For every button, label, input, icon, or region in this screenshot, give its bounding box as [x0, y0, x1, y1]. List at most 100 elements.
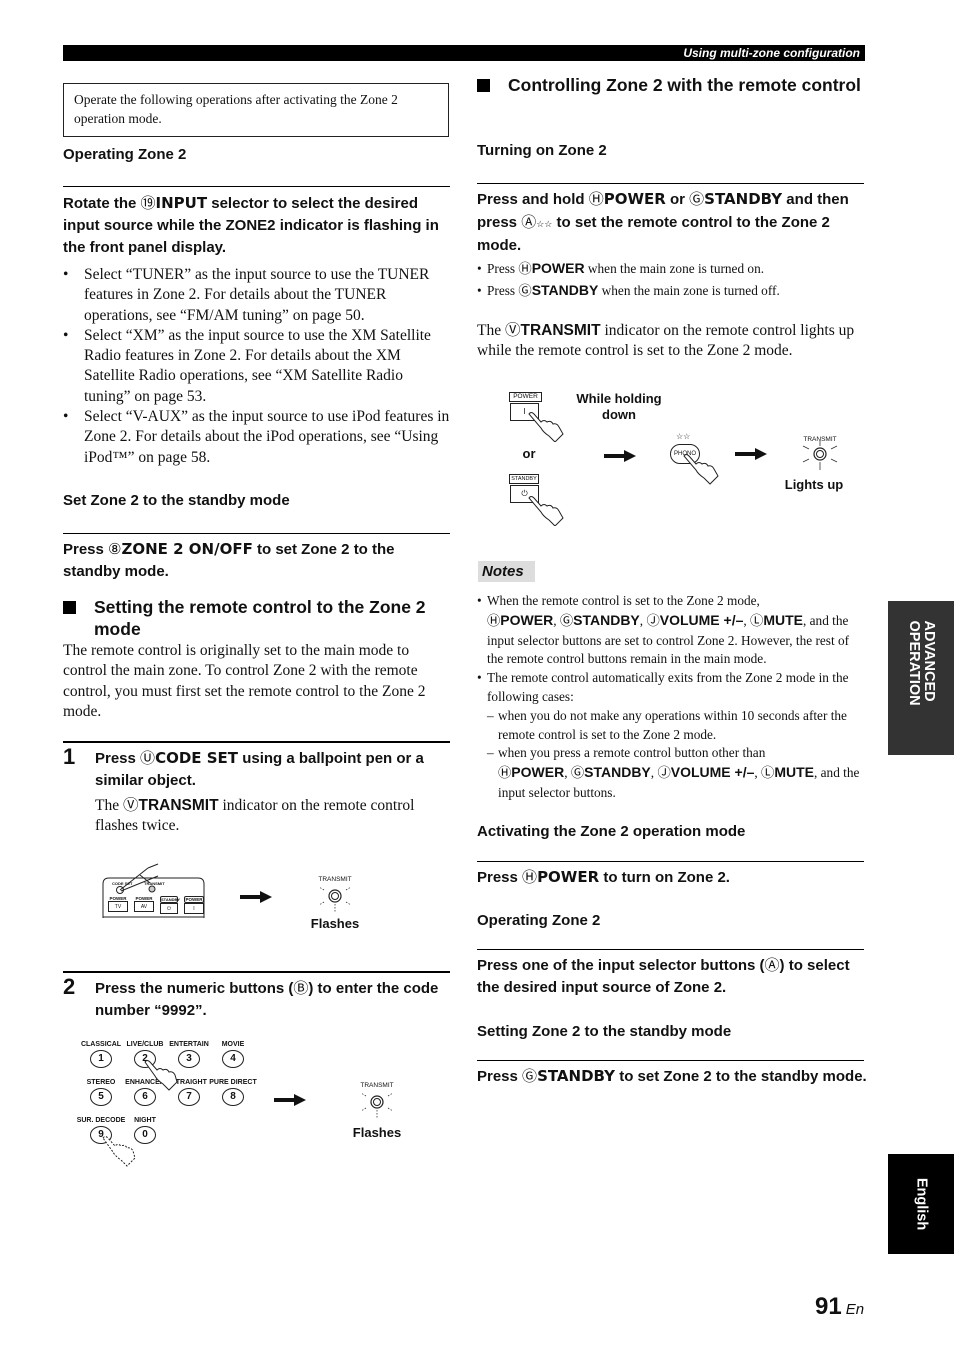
arrow-right-icon [604, 450, 636, 462]
instruction-text: Press and hold [477, 191, 589, 208]
flashes-label: Flashes [352, 1125, 402, 1140]
activating-instruction: Press ⒽPOWER to turn on Zone 2. [477, 866, 867, 889]
step-number: 2 [63, 974, 76, 999]
key-name: POWER [511, 764, 565, 781]
operating-instruction: Press one of the input selector buttons … [477, 954, 867, 999]
key-name: STANDBY [584, 764, 651, 781]
activating-heading: Activating the Zone 2 operation mode [477, 823, 746, 840]
turning-on-heading: Turning on Zone 2 [477, 142, 607, 159]
key-name: VOLUME +/– [670, 764, 755, 781]
callout-letter: Ⓗ [487, 613, 501, 629]
zone2-onoff-instruction: Press ⑧ZONE 2 ON/OFF to set Zone 2 to th… [63, 538, 453, 583]
heading-text: Setting the remote control to the Zone 2… [94, 597, 426, 639]
list-item: Press ⒼSTANDBY when the main zone is tur… [477, 280, 867, 302]
controlling-zone2-heading: Controlling Zone 2 with the remote contr… [477, 74, 867, 96]
key-name: POWER [531, 260, 585, 276]
instruction-text: Press [477, 1068, 523, 1085]
desc-text: The [95, 797, 123, 814]
callout-letter: Ⓙ [657, 766, 671, 782]
divider [63, 741, 450, 743]
instruction-text: to set Zone 2 to the standby mode. [615, 1068, 867, 1085]
remote-button: POWER I [184, 896, 204, 916]
callout-letter: Ⓤ [140, 749, 156, 767]
lit-led-icon [802, 440, 838, 470]
setting-remote-body: The remote control is originally set to … [63, 642, 426, 720]
arrow-right-icon [274, 1094, 306, 1106]
key-name: STANDBY [704, 190, 783, 208]
button-face: TV [108, 901, 128, 912]
bullet-text: Press [487, 283, 519, 298]
callout-letter: Ⓑ [293, 979, 309, 997]
divider [477, 949, 864, 950]
key-name: STANDBY [531, 282, 599, 298]
key-mode-label: SUR. DECODE [76, 1117, 126, 1124]
divider [477, 861, 864, 862]
button-face: I [184, 903, 204, 914]
numeric-keypad-illustration: CLASSICAL 1 LIVE/CLUB 2 ENTERTAIN 3 MOVIE 4 STER… [76, 1040, 261, 1170]
power-standby-bullets: Press ⒽPOWER when the main zone is turne… [477, 258, 867, 302]
transmit-indicator-flashing: TRANSMIT [310, 876, 360, 916]
key-name: POWER [603, 190, 666, 208]
key-mode-label: MOVIE [221, 1041, 245, 1048]
key-mode-label: LIVE/CLUB [126, 1041, 164, 1048]
flashes-label: Flashes [310, 916, 360, 931]
flashing-led-icon [318, 886, 352, 912]
remote-button: POWER AV [134, 896, 154, 916]
square-bullet-icon [477, 79, 490, 92]
key-mode-label: ENTERTAIN [169, 1041, 209, 1048]
note-item: The remote control automatically exits f… [477, 669, 867, 803]
divider [63, 533, 450, 534]
key-name: POWER [500, 611, 554, 628]
keypad-key: MOVIE 4 [208, 1040, 258, 1076]
key-name: TRANSMIT [520, 322, 601, 339]
list-item: Select “V-AUX” as the input source to us… [63, 407, 453, 468]
transmit-indicator-flashing: TRANSMIT [352, 1082, 402, 1122]
callout-number: ⑧ [108, 540, 122, 558]
code-set-label: CODE SET [112, 881, 133, 886]
instruction-text: to turn on Zone 2. [599, 869, 730, 886]
note-text: When the remote control is set to the Zo… [487, 593, 760, 608]
keypad-key: CLASSICAL 1 [76, 1040, 126, 1076]
callout-letter: Ⓗ [498, 766, 512, 782]
callout-letter: Ⓖ [559, 613, 574, 629]
page-number-value: 91 [815, 1293, 842, 1320]
arrow-right-icon [735, 448, 767, 460]
standby-label: STANDBY [509, 474, 539, 484]
pointing-hand-icon [144, 1060, 178, 1091]
button-label: POWER [184, 896, 204, 903]
keypad-key: STEREO 5 [76, 1078, 126, 1114]
divider [63, 186, 450, 187]
step1-description: The ⓋTRANSMIT indicator on the remote co… [95, 795, 453, 837]
operating-heading: Operating Zone 2 [477, 912, 601, 929]
key-number: 5 [90, 1088, 112, 1106]
key-mode-label: PURE DIRECT [209, 1079, 257, 1086]
key-number: 3 [178, 1050, 200, 1068]
callout-letter: Ⓗ [588, 190, 604, 208]
remote-code-set-illustration: CODE SET TRANSMIT POWER TV POWER AV STANDB… [100, 862, 210, 918]
instruction-text: Press [63, 541, 109, 558]
stars-icon: ☆☆ [536, 219, 553, 229]
callout-letter: Ⓛ [750, 613, 764, 629]
remote-button: POWER TV [108, 896, 128, 916]
instruction-text: Press [477, 869, 523, 886]
callout-letter: Ⓥ [504, 321, 521, 339]
divider [477, 183, 864, 184]
callout-letter: Ⓗ [522, 868, 538, 886]
note-sub-item: when you press a remote control button o… [487, 744, 867, 802]
key-name: STANDBY [573, 611, 640, 628]
power-button-illustration: POWER I [509, 392, 569, 442]
key-number: 0 [134, 1126, 156, 1144]
note-text: The remote control automatically exits f… [487, 670, 849, 704]
transmit-indicator-lit: TRANSMIT [795, 436, 845, 476]
button-label: STANDBY [160, 896, 181, 903]
bullet-text: Press [487, 261, 519, 276]
input-source-bullets: Select “TUNER” as the input source to us… [63, 265, 453, 468]
key-mode-label: STEREO [86, 1079, 116, 1086]
notice-box: Operate the following operations after a… [63, 83, 449, 137]
key-number: 7 [178, 1088, 200, 1106]
note-sub-item: when you do not make any operations with… [487, 707, 867, 745]
heading-text: Controlling Zone 2 with the remote contr… [508, 75, 861, 95]
key-name: MUTE [763, 611, 803, 628]
instruction-text: Press [95, 750, 141, 767]
key-name: TRANSMIT [138, 797, 219, 814]
